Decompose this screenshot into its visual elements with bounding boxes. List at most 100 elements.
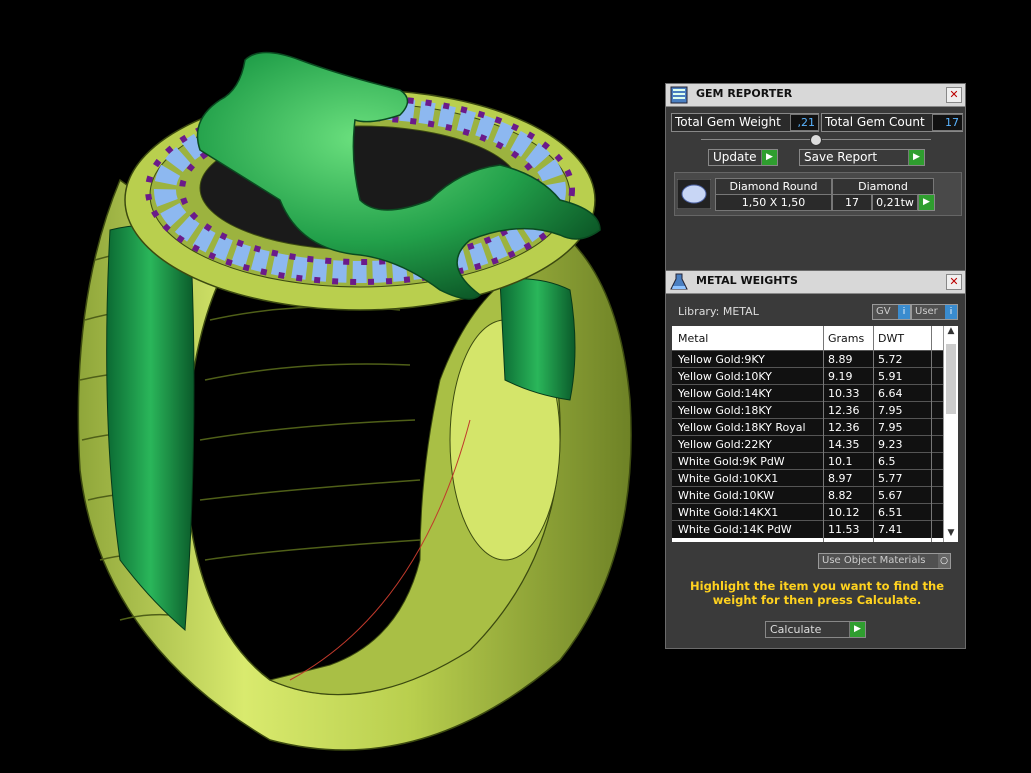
play-icon: ▶ xyxy=(918,195,934,210)
table-row[interactable]: Yellow Gold:18KY 12.36 7.95 xyxy=(672,401,944,419)
cell-dwt: 7.95 xyxy=(878,421,903,434)
cell-grams: 9.19 xyxy=(828,370,853,383)
close-icon[interactable]: ✕ xyxy=(946,274,962,290)
save-report-label: Save Report xyxy=(804,150,878,164)
table-row[interactable]: White Gold:10KW 8.82 5.67 xyxy=(672,486,944,504)
cell-grams: 8.89 xyxy=(828,353,853,366)
col-metal[interactable]: Metal xyxy=(678,332,708,345)
calculate-hint: Highlight the item you want to find the … xyxy=(690,579,944,607)
cell-dwt: 6.51 xyxy=(878,506,903,519)
cell-metal: Yellow Gold:10KY xyxy=(678,370,772,383)
gem-header-shape: Diamond Round xyxy=(715,178,832,195)
cell-grams: 8.97 xyxy=(828,472,853,485)
gem-count: 17 xyxy=(832,194,872,211)
cell-grams: 10.33 xyxy=(828,387,860,400)
table-row[interactable]: White Gold:10KX1 8.97 5.77 xyxy=(672,469,944,487)
gem-reporter-title: GEM REPORTER xyxy=(696,87,793,100)
cell-grams: 11.53 xyxy=(828,523,860,536)
metal-weights-title: METAL WEIGHTS xyxy=(696,274,798,287)
metal-table-header: Metal Grams DWT xyxy=(672,326,944,350)
close-icon[interactable]: ✕ xyxy=(946,87,962,103)
diamond-round-icon xyxy=(677,179,711,209)
total-gem-weight-value[interactable]: ,21 xyxy=(790,114,819,131)
table-row[interactable]: Yellow Gold:18KY Royal 12.36 7.95 xyxy=(672,418,944,436)
metal-table[interactable]: Metal Grams DWT Yellow Gold:9KY 8.89 5.72 Y… xyxy=(672,326,958,542)
scroll-up-icon[interactable]: ▲ xyxy=(944,326,958,340)
col-divider xyxy=(931,326,932,542)
scroll-thumb[interactable] xyxy=(946,344,956,414)
user-label: User xyxy=(915,306,938,317)
gem-size: 1,50 X 1,50 xyxy=(715,194,832,211)
play-icon: ▶ xyxy=(908,150,924,165)
info-icon: i xyxy=(945,305,957,319)
total-gem-count-label: Total Gem Count xyxy=(825,115,925,129)
cell-metal: Yellow Gold:14KY xyxy=(678,387,772,400)
cell-metal: Yellow Gold:9KY xyxy=(678,353,765,366)
cell-metal: Yellow Gold:22KY xyxy=(678,438,772,451)
use-object-materials-label: Use Object Materials xyxy=(822,555,926,566)
info-icon: i xyxy=(898,305,910,319)
user-toggle[interactable]: User i xyxy=(911,304,958,320)
table-row[interactable]: White Gold:14KX1 10.12 6.51 xyxy=(672,503,944,521)
col-divider xyxy=(823,326,824,542)
cell-dwt: 6.5 xyxy=(878,455,896,468)
table-row[interactable]: Yellow Gold:9KY 8.89 5.72 xyxy=(672,350,944,368)
gem-reporter-titlebar[interactable]: GEM REPORTER ✕ xyxy=(666,84,965,107)
cell-grams: 10.1 xyxy=(828,455,853,468)
cell-dwt: 5.77 xyxy=(878,472,903,485)
scroll-down-icon[interactable]: ▼ xyxy=(944,528,958,542)
table-row[interactable]: Yellow Gold:22KY 14.35 9.23 xyxy=(672,435,944,453)
cell-metal: White Gold:14K PdW xyxy=(678,523,792,536)
cell-metal: White Gold:9K PdW xyxy=(678,455,785,468)
gem-row-go-button[interactable]: ▶ xyxy=(918,194,935,211)
cell-grams: 12.36 xyxy=(828,421,860,434)
use-object-materials-toggle[interactable]: Use Object Materials ○ xyxy=(818,553,951,569)
gem-table: Diamond Round Diamond 1,50 X 1,50 17 0,2… xyxy=(674,172,962,216)
cell-dwt: 9.23 xyxy=(878,438,903,451)
gem-reporter-panel: GEM REPORTER ✕ Total Gem Weight ,21 Tota… xyxy=(665,83,966,273)
cell-dwt: 5.67 xyxy=(878,489,903,502)
cell-metal: Yellow Gold:18KY Royal xyxy=(678,421,806,434)
ring-model xyxy=(77,51,632,751)
total-gem-weight-field: Total Gem Weight ,21 xyxy=(671,113,819,132)
cell-dwt: 5.91 xyxy=(878,370,903,383)
calculate-label: Calculate xyxy=(770,623,822,636)
cell-metal: White Gold:10KX1 xyxy=(678,472,779,485)
metal-table-scrollbar[interactable]: ▲ ▼ xyxy=(943,326,958,542)
update-button[interactable]: Update ▶ xyxy=(708,149,778,166)
cell-grams: 8.82 xyxy=(828,489,853,502)
total-gem-count-field: Total Gem Count 17 xyxy=(821,113,963,132)
metal-weights-panel: METAL WEIGHTS ✕ Library: METAL GV i User… xyxy=(665,270,966,649)
table-row[interactable]: White Gold:14K PdW 11.53 7.41 xyxy=(672,520,944,538)
update-label: Update xyxy=(713,150,757,164)
total-gem-count-value[interactable]: 17 xyxy=(932,114,963,131)
play-icon: ▶ xyxy=(849,622,865,637)
gem-report-icon xyxy=(670,86,688,104)
metal-weights-titlebar[interactable]: METAL WEIGHTS ✕ xyxy=(666,271,965,294)
save-report-button[interactable]: Save Report ▶ xyxy=(799,149,925,166)
model-viewport[interactable] xyxy=(0,0,660,773)
cell-dwt: 6.64 xyxy=(878,387,903,400)
cell-dwt: 7.95 xyxy=(878,404,903,417)
table-row[interactable]: White Gold:9K PdW 10.1 6.5 xyxy=(672,452,944,470)
col-dwt[interactable]: DWT xyxy=(878,332,904,345)
table-row[interactable]: Yellow Gold:14KY 10.33 6.64 xyxy=(672,384,944,402)
cell-grams: 12.36 xyxy=(828,404,860,417)
cell-grams: 10.12 xyxy=(828,506,860,519)
calculate-button[interactable]: Calculate ▶ xyxy=(765,621,866,638)
cell-dwt: 7.41 xyxy=(878,523,903,536)
col-grams[interactable]: Grams xyxy=(828,332,864,345)
cell-dwt: 5.72 xyxy=(878,353,903,366)
gem-weight: 0,21tw xyxy=(872,194,918,211)
table-row[interactable]: Yellow Gold:10KY 9.19 5.91 xyxy=(672,367,944,385)
splitter-handle[interactable] xyxy=(810,134,822,146)
radio-icon: ○ xyxy=(938,554,950,568)
gem-header-type: Diamond xyxy=(832,178,934,195)
gv-toggle[interactable]: GV i xyxy=(872,304,911,320)
gv-label: GV xyxy=(876,306,891,317)
library-label: Library: METAL xyxy=(678,305,759,318)
total-gem-weight-label: Total Gem Weight xyxy=(675,115,781,129)
col-divider xyxy=(873,326,874,542)
flask-icon xyxy=(670,273,688,290)
cell-metal: White Gold:14KX1 xyxy=(678,506,779,519)
